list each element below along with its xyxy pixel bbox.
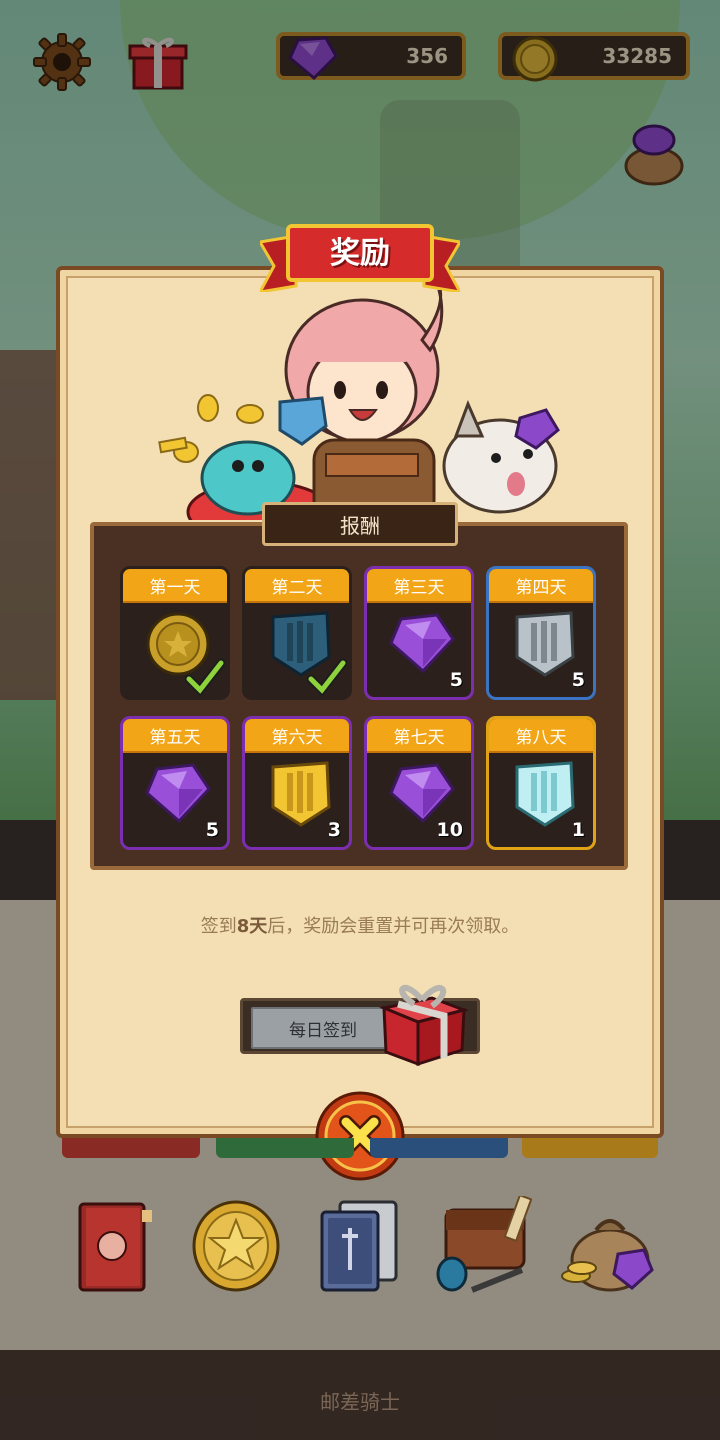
day-label: 第六天 — [245, 719, 349, 753]
day-label: 第八天 — [489, 719, 593, 753]
day-reward-card[interactable]: 第二天 — [242, 566, 352, 700]
gift-box-icon[interactable] — [374, 972, 470, 1068]
check-icon — [185, 658, 225, 697]
day-reward-card[interactable]: 第一天 — [120, 566, 230, 700]
day-reward-card[interactable]: 第四天 5 — [486, 566, 596, 700]
check-icon — [307, 658, 347, 697]
purple-gem-icon — [389, 613, 455, 674]
reward-count: 3 — [327, 819, 341, 841]
reset-note: 签到8天后，奖励会重置并可再次领取。 — [90, 912, 630, 938]
day-reward-card[interactable]: 第八天 1 — [486, 716, 596, 850]
tab-strip-red — [62, 1138, 200, 1158]
day-label: 第二天 — [245, 569, 349, 603]
day-label: 第三天 — [367, 569, 471, 603]
day-reward-card[interactable]: 第五天 5 — [120, 716, 230, 850]
reward-count: 1 — [571, 819, 585, 841]
note-prefix: 签到 — [200, 916, 237, 937]
close-button[interactable] — [314, 1090, 406, 1182]
day-label: 第四天 — [489, 569, 593, 603]
reward-count: 5 — [571, 669, 585, 691]
reward-section-title: 报酬 — [262, 502, 458, 546]
hero-illustration — [158, 290, 560, 520]
day-label: 第一天 — [123, 569, 227, 603]
ice-shield-icon — [515, 761, 575, 827]
note-suffix: 后，奖励会重置并可再次领取。 — [267, 916, 520, 937]
dialog-title: 奖励 — [330, 236, 390, 271]
reward-count: 10 — [436, 819, 463, 841]
day-reward-card[interactable]: 第六天 3 — [242, 716, 352, 850]
footer-title: 邮差骑士 — [320, 1390, 400, 1414]
day-label: 第七天 — [367, 719, 471, 753]
journal-book-icon[interactable] — [66, 1196, 166, 1296]
gold-shield-icon — [271, 761, 331, 827]
tab-strip-green — [216, 1138, 354, 1158]
reward-count: 5 — [205, 819, 219, 841]
silver-shield-icon — [515, 611, 575, 677]
note-days: 8天 — [236, 916, 268, 937]
star-coin-icon[interactable] — [186, 1196, 286, 1296]
purple-gem-icon — [145, 763, 211, 824]
day-reward-card[interactable]: 第七天 10 — [364, 716, 474, 850]
day-label: 第五天 — [123, 719, 227, 753]
reward-count: 5 — [449, 669, 463, 691]
day-reward-card[interactable]: 第三天 5 — [364, 566, 474, 700]
tab-strip-gold — [522, 1138, 658, 1158]
treasure-sack-icon[interactable] — [558, 1196, 658, 1296]
tab-strip-blue — [370, 1138, 508, 1158]
inventory-bag-icon[interactable] — [432, 1196, 532, 1296]
card-deck-icon[interactable] — [310, 1196, 410, 1296]
